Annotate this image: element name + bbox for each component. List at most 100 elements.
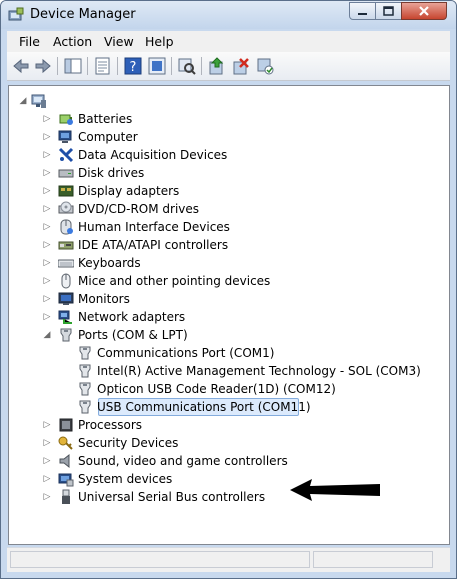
menu-file[interactable]: File [19, 34, 40, 49]
tree-item-category[interactable]: ▷ Data Acquisition Devices [9, 146, 447, 164]
expand-arrow-icon[interactable]: ▷ [42, 128, 52, 146]
expand-arrow-icon[interactable]: ▷ [42, 254, 52, 272]
keyboard-icon [58, 259, 74, 268]
battery-icon [59, 114, 73, 125]
tree-item-category[interactable]: ▷ Human Interface Devices [9, 218, 447, 236]
display-adapter-icon [58, 185, 74, 197]
tree-item-category[interactable]: ▷ Processors [9, 416, 447, 434]
expand-arrow-icon[interactable]: ▷ [42, 110, 52, 128]
port-icon [60, 328, 72, 342]
device-tree-pane[interactable]: ◢ ▷ Batteries ▷ Computer ▷ Data Acquisition D… [8, 85, 450, 545]
maximize-icon [383, 6, 394, 16]
tree-item-category[interactable]: ▷ IDE ATA/ATAPI controllers [9, 236, 447, 254]
tree-item-category[interactable]: ▷ Disk drives [9, 164, 447, 182]
tree-item-label: Universal Serial Bus controllers [78, 490, 266, 504]
data-acquisition-icon [58, 147, 74, 163]
expand-arrow-icon[interactable]: ▷ [42, 416, 52, 434]
expand-arrow-icon[interactable]: ▷ [42, 182, 52, 200]
tree-item-label: Disk drives [78, 166, 145, 180]
show-hide-tree-icon[interactable] [63, 56, 83, 76]
tree-item-category[interactable]: ▷ Sound, video and game controllers [9, 452, 447, 470]
collapse-arrow-icon[interactable]: ◢ [18, 92, 28, 110]
title-bar[interactable]: Device Manager [1, 1, 456, 29]
tree-root[interactable]: ◢ [9, 92, 447, 110]
collapse-arrow-icon[interactable]: ◢ [42, 326, 52, 344]
tree-item-device[interactable]: Intel(R) Active Management Technology - … [9, 362, 447, 380]
expand-arrow-icon[interactable]: ▷ [42, 164, 52, 182]
ide-controller-icon [58, 241, 74, 250]
tree-item-category[interactable]: ▷ Universal Serial Bus controllers [9, 488, 447, 506]
toolbar: ? [7, 52, 450, 81]
maximize-button[interactable] [375, 2, 402, 20]
tree-item-label: DVD/CD-ROM drives [78, 202, 200, 216]
menu-help[interactable]: Help [145, 34, 174, 49]
show-hidden-icon[interactable] [147, 56, 167, 76]
minimize-button[interactable] [349, 2, 376, 20]
tree-item-category[interactable]: ▷ System devices [9, 470, 447, 488]
status-cell-secondary [313, 551, 433, 568]
tree-item-category[interactable]: ▷ Batteries [9, 110, 447, 128]
tree-item-label: Mice and other pointing devices [78, 274, 271, 288]
expand-arrow-icon[interactable]: ▷ [42, 218, 52, 236]
forward-icon[interactable] [33, 56, 53, 76]
back-icon[interactable] [11, 56, 31, 76]
scan-hardware-icon[interactable] [177, 56, 197, 76]
tree-item-category[interactable]: ◢ Ports (COM & LPT) [9, 326, 447, 344]
disable-device-icon[interactable] [231, 56, 251, 76]
help-icon[interactable]: ? [123, 56, 143, 76]
tree-item-category[interactable]: ▷ Monitors [9, 290, 447, 308]
svg-text:?: ? [130, 60, 137, 75]
tree-item-category[interactable]: ▷ Computer [9, 128, 447, 146]
update-driver-icon[interactable] [207, 56, 227, 76]
tree-item-label: Communications Port (COM1) [97, 346, 275, 360]
tree-item-category[interactable]: ▷ Mice and other pointing devices [9, 272, 447, 290]
expand-arrow-icon[interactable]: ▷ [42, 308, 52, 326]
computer-root-icon [31, 94, 46, 108]
expand-arrow-icon[interactable]: ▷ [42, 236, 52, 254]
close-button[interactable] [401, 2, 447, 20]
monitor-icon [58, 292, 74, 305]
port-child-icon [79, 364, 91, 378]
tree-item-category[interactable]: ▷ Keyboards [9, 254, 447, 272]
tree-item-device[interactable]: Communications Port (COM1) [9, 344, 447, 362]
expand-arrow-icon[interactable]: ▷ [42, 452, 52, 470]
expand-arrow-icon[interactable]: ▷ [42, 200, 52, 218]
tree-item-label: Security Devices [78, 436, 179, 450]
status-cell-main [10, 551, 310, 568]
tree-item-device[interactable]: Opticon USB Code Reader(1D) (COM12) [9, 380, 447, 398]
tree-item-device[interactable]: USB Communications Port (COM11) [9, 398, 447, 416]
tree-item-label: Keyboards [78, 256, 141, 270]
tree-item-label: Data Acquisition Devices [78, 148, 228, 162]
tree-item-category[interactable]: ▷ Network adapters [9, 308, 447, 326]
expand-arrow-icon[interactable]: ▷ [42, 146, 52, 164]
minimize-icon [358, 13, 367, 15]
tree-item-category[interactable]: ▷ Display adapters [9, 182, 447, 200]
expand-arrow-icon[interactable]: ▷ [42, 434, 52, 452]
menu-view[interactable]: View [104, 34, 134, 49]
tree-item-category[interactable]: ▷ Security Devices [9, 434, 447, 452]
tree-item-label: Display adapters [78, 184, 180, 198]
expand-arrow-icon[interactable]: ▷ [42, 488, 52, 506]
menu-action[interactable]: Action [53, 34, 92, 49]
status-bar [7, 547, 450, 572]
expand-arrow-icon[interactable]: ▷ [42, 290, 52, 308]
port-child-icon [79, 400, 91, 414]
system-device-icon [58, 473, 74, 487]
tree-item-label: System devices [78, 472, 173, 486]
toolbar-separator [201, 57, 202, 75]
hid-icon [60, 219, 73, 235]
expand-arrow-icon[interactable]: ▷ [42, 272, 52, 290]
device-manager-icon [8, 7, 24, 21]
toolbar-separator [57, 57, 58, 75]
tree-item-label: Computer [78, 130, 138, 144]
computer-icon [58, 130, 72, 143]
tree-item-label: Intel(R) Active Management Technology - … [97, 364, 421, 378]
tree-item-category[interactable]: ▷ DVD/CD-ROM drives [9, 200, 447, 218]
uninstall-device-icon[interactable] [255, 56, 275, 76]
tree-item-label: Network adapters [78, 310, 186, 324]
toolbar-separator [171, 57, 172, 75]
tree-item-label: Batteries [78, 112, 133, 126]
expand-arrow-icon[interactable]: ▷ [42, 470, 52, 488]
usb-icon [62, 489, 70, 504]
properties-icon[interactable] [93, 56, 113, 76]
